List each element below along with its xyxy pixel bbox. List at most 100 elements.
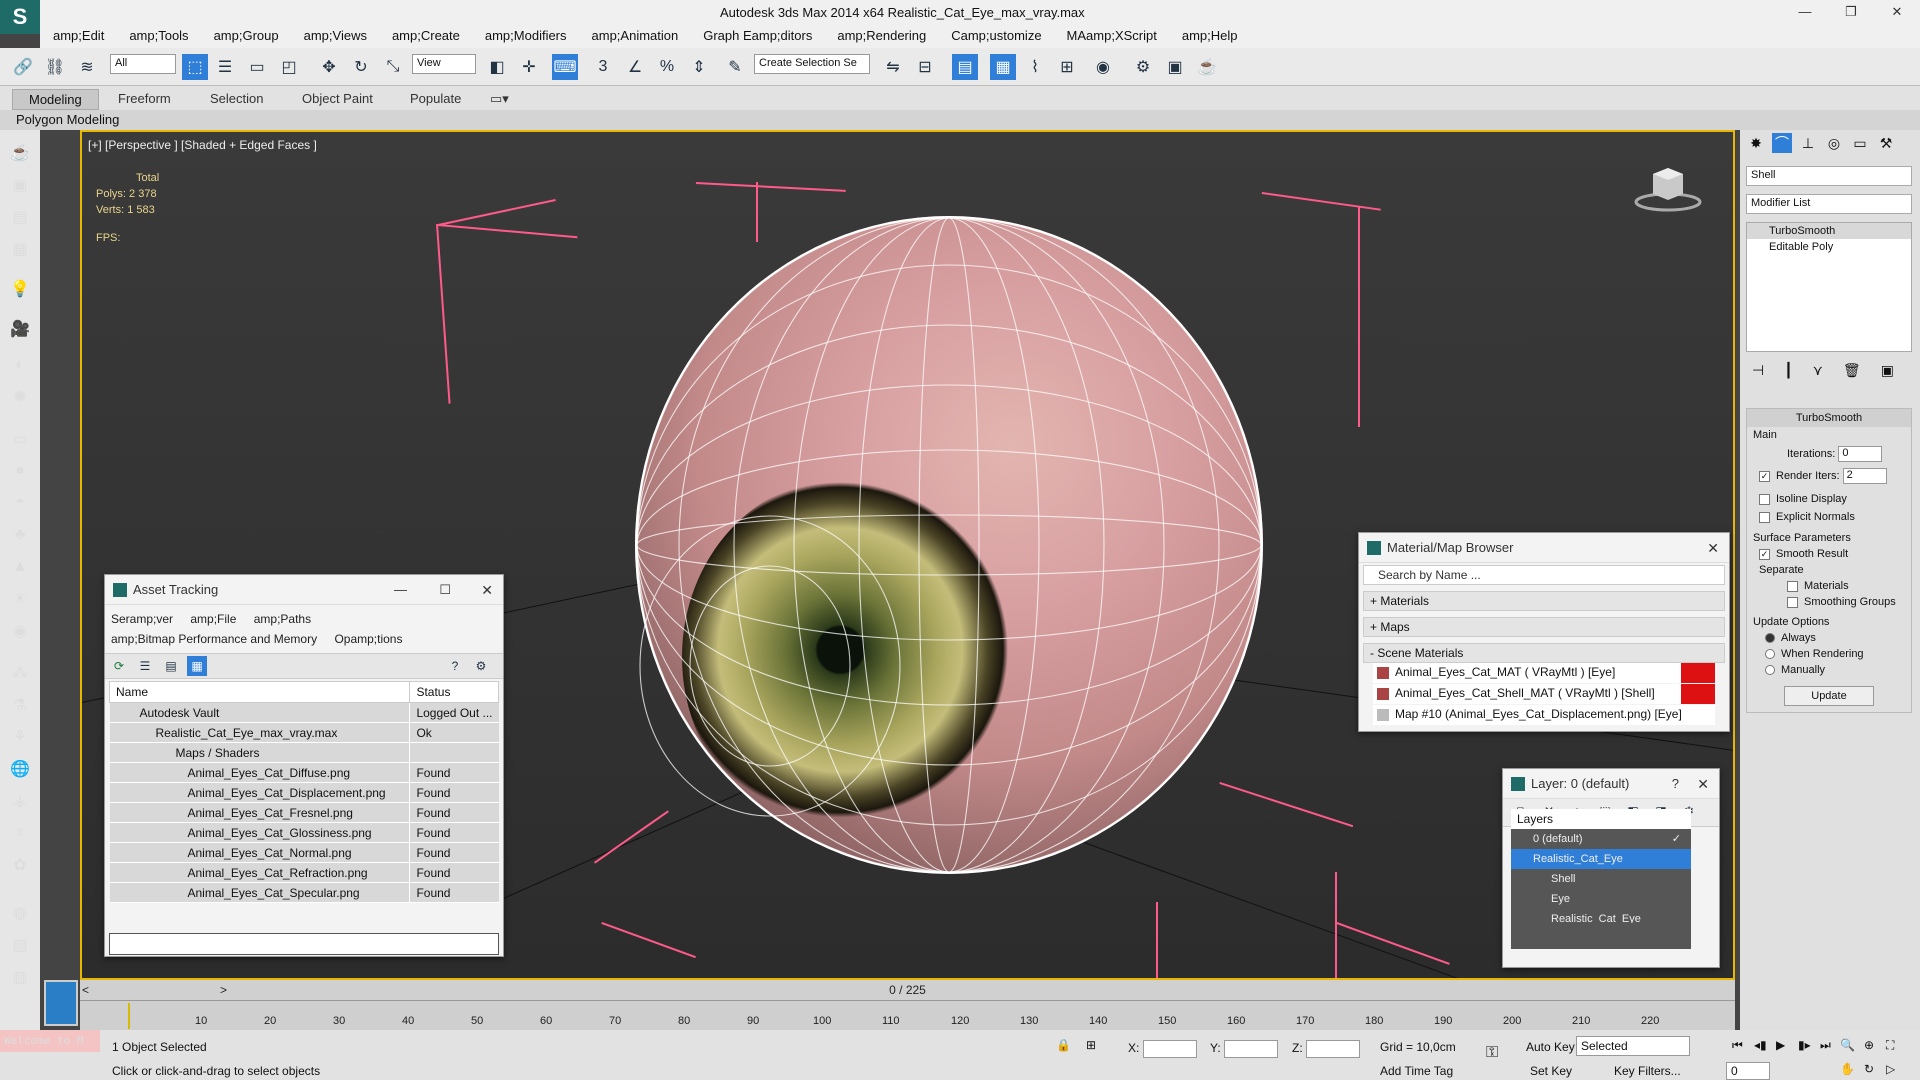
menu-create[interactable]: amp;Create bbox=[379, 24, 472, 48]
app-logo-icon[interactable]: S bbox=[0, 0, 40, 34]
table-row[interactable]: Animal_Eyes_Cat_Glossiness.png Found bbox=[109, 822, 499, 843]
table-row[interactable]: Animal_Eyes_Cat_Refraction.png Found bbox=[109, 862, 499, 883]
close-icon[interactable]: ✕ bbox=[1874, 0, 1920, 24]
make-unique-icon[interactable]: ⋎ bbox=[1813, 362, 1823, 382]
iterations-spinner[interactable]: 0 bbox=[1838, 446, 1883, 462]
modifier-list-dropdown[interactable]: Modifier List bbox=[1746, 194, 1912, 214]
isoline-checkbox[interactable] bbox=[1759, 493, 1770, 505]
next-key-icon[interactable]: ▮▸ bbox=[1798, 1038, 1811, 1052]
toggle-ribbon-icon[interactable]: ▦ bbox=[990, 54, 1016, 80]
minimize-icon[interactable]: — bbox=[1782, 0, 1828, 24]
asset-path-field[interactable] bbox=[109, 933, 499, 955]
turbosmooth-rollout-title[interactable]: TurboSmooth bbox=[1747, 409, 1911, 427]
x-coordinate-field[interactable] bbox=[1142, 1040, 1197, 1058]
close-icon[interactable]: ✕ bbox=[1707, 533, 1719, 563]
menu-rendering[interactable]: amp;Rendering bbox=[824, 24, 938, 48]
material-item[interactable]: Animal_Eyes_Cat_MAT ( VRayMtl ) [Eye] bbox=[1373, 663, 1715, 683]
asset-menu-bitmap[interactable]: amp;Bitmap Performance and Memory bbox=[111, 632, 317, 646]
refresh-icon[interactable]: ⟳ bbox=[109, 656, 129, 676]
snapshot-icon[interactable]: ▧ bbox=[7, 932, 33, 958]
render-setup-icon[interactable]: ⚙ bbox=[1130, 54, 1156, 80]
camera-icon[interactable]: 🎥 bbox=[7, 316, 33, 342]
asset-menu-options[interactable]: Opamp;tions bbox=[334, 632, 402, 646]
foliage-icon[interactable]: ♣ bbox=[7, 522, 33, 548]
asset-menu-file[interactable]: amp;File bbox=[190, 612, 236, 626]
rect-selection-icon[interactable]: ▭ bbox=[244, 54, 270, 80]
bind-space-warp-icon[interactable]: ≋ bbox=[74, 54, 100, 80]
zoom-all-icon[interactable]: ⊕ bbox=[1864, 1038, 1874, 1052]
object-name-field[interactable]: Shell bbox=[1746, 166, 1912, 186]
manually-radio[interactable] bbox=[1765, 665, 1775, 676]
zoom-icon[interactable]: 🔍 bbox=[1840, 1038, 1855, 1052]
render-icon[interactable]: ☕ bbox=[1194, 54, 1220, 80]
maximize-viewport-icon[interactable]: ⛶ bbox=[1886, 1038, 1894, 1053]
table-row[interactable]: Maps / Shaders bbox=[109, 742, 499, 763]
disc-icon[interactable]: ◉ bbox=[7, 618, 33, 644]
align-icon[interactable]: ⊟ bbox=[912, 54, 938, 80]
menu-group[interactable]: amp;Group bbox=[201, 24, 291, 48]
table-row[interactable]: Animal_Eyes_Cat_Diffuse.png Found bbox=[109, 762, 499, 783]
next-frame-icon[interactable]: > bbox=[220, 980, 227, 1000]
smooth-result-checkbox[interactable]: ✓ bbox=[1759, 548, 1770, 560]
smoothing-groups-checkbox[interactable] bbox=[1787, 596, 1798, 608]
spacewarp-icon[interactable]: ✺ bbox=[7, 384, 33, 410]
orbit-icon[interactable]: ↻ bbox=[1864, 1062, 1874, 1076]
percent-snap-icon[interactable]: % bbox=[654, 54, 680, 80]
grass-icon[interactable]: ⚶ bbox=[7, 788, 33, 814]
tab-modeling[interactable]: Modeling bbox=[12, 89, 99, 110]
grid-icon[interactable]: ▦ bbox=[7, 236, 33, 262]
when-rendering-radio[interactable] bbox=[1765, 649, 1775, 660]
absolute-mode-icon[interactable]: ⊞ bbox=[1086, 1038, 1096, 1052]
render-iters-spinner[interactable]: 2 bbox=[1842, 468, 1887, 484]
hierarchy-tab-icon[interactable]: ⊥ bbox=[1798, 133, 1818, 153]
viewcube-icon[interactable] bbox=[1633, 162, 1703, 212]
asset-menu-paths[interactable]: amp;Paths bbox=[254, 612, 311, 626]
update-button[interactable]: Update bbox=[1784, 686, 1874, 706]
tab-selection[interactable]: Selection bbox=[210, 91, 263, 106]
light-icon[interactable]: 💡 bbox=[7, 276, 33, 302]
modifier-editable-poly[interactable]: Editable Poly bbox=[1747, 239, 1911, 255]
menu-views[interactable]: amp;Views bbox=[291, 24, 379, 48]
create-tab-icon[interactable]: ✸ bbox=[1746, 133, 1766, 153]
teapot-icon[interactable]: ☕ bbox=[7, 140, 33, 166]
material-editor-icon[interactable]: ◉ bbox=[1090, 54, 1116, 80]
dynamics-icon[interactable]: ⚗ bbox=[7, 692, 33, 718]
table-row[interactable]: Animal_Eyes_Cat_Fresnel.png Found bbox=[109, 802, 499, 823]
hierarchy-icon[interactable]: ▤ bbox=[7, 204, 33, 230]
named-selection-set-dropdown[interactable]: Create Selection Se bbox=[754, 54, 870, 74]
modifier-turbosmooth[interactable]: TurboSmooth bbox=[1747, 223, 1911, 239]
configure-sets-icon[interactable]: ▣ bbox=[1881, 362, 1894, 382]
group-materials[interactable]: + Materials bbox=[1363, 591, 1725, 611]
material-item[interactable]: Map #10 (Animal_Eyes_Cat_Displacement.pn… bbox=[1373, 705, 1715, 725]
materials-checkbox[interactable] bbox=[1787, 580, 1798, 592]
layer-item[interactable]: Realistic_Cat_Eye bbox=[1511, 909, 1691, 923]
selection-filter-dropdown[interactable]: All bbox=[110, 54, 176, 74]
helper-icon[interactable]: ◐ bbox=[7, 352, 33, 378]
cone-icon[interactable]: ▲ bbox=[7, 554, 33, 580]
display-tab-icon[interactable]: ▭ bbox=[1850, 133, 1870, 153]
utilities-tab-icon[interactable]: ⚒ bbox=[1876, 133, 1896, 153]
add-time-tag[interactable]: Add Time Tag bbox=[1380, 1064, 1453, 1078]
layer-item[interactable]: 0 (default) ✓ bbox=[1511, 829, 1691, 849]
character-icon[interactable]: ⚘ bbox=[7, 724, 33, 750]
pin-stack-icon[interactable]: ⊣ bbox=[1752, 362, 1764, 382]
hair-icon[interactable]: ♆ bbox=[7, 820, 33, 846]
time-slider[interactable]: < 0 / 225 > bbox=[80, 980, 1735, 1000]
snap-toggle-icon[interactable]: 3 bbox=[590, 54, 616, 80]
prev-key-icon[interactable]: ◂▮ bbox=[1754, 1038, 1767, 1052]
layer-item[interactable]: Realistic_Cat_Eye bbox=[1511, 849, 1691, 869]
unlink-icon[interactable]: ⛓ bbox=[42, 54, 68, 80]
show-end-result-icon[interactable]: ┃ bbox=[1784, 362, 1792, 382]
layer-item[interactable]: Shell bbox=[1511, 869, 1691, 889]
angle-snap-icon[interactable]: ∠ bbox=[622, 54, 648, 80]
motion-tab-icon[interactable]: ◎ bbox=[1824, 133, 1844, 153]
key-filters-button[interactable]: Key Filters... bbox=[1614, 1064, 1681, 1078]
y-coordinate-field[interactable] bbox=[1224, 1040, 1279, 1058]
select-object-icon[interactable]: ⬚ bbox=[182, 54, 208, 80]
particle-icon[interactable]: ⁂ bbox=[7, 660, 33, 686]
settings-icon[interactable]: ⚙ bbox=[471, 656, 491, 676]
box-icon[interactable]: ▭ bbox=[7, 426, 33, 452]
menu-maxscript[interactable]: MAamp;XScript bbox=[1054, 24, 1169, 48]
table-row[interactable]: Animal_Eyes_Cat_Displacement.png Found bbox=[109, 782, 499, 803]
table-row[interactable]: Animal_Eyes_Cat_Specular.png Found bbox=[109, 882, 499, 903]
